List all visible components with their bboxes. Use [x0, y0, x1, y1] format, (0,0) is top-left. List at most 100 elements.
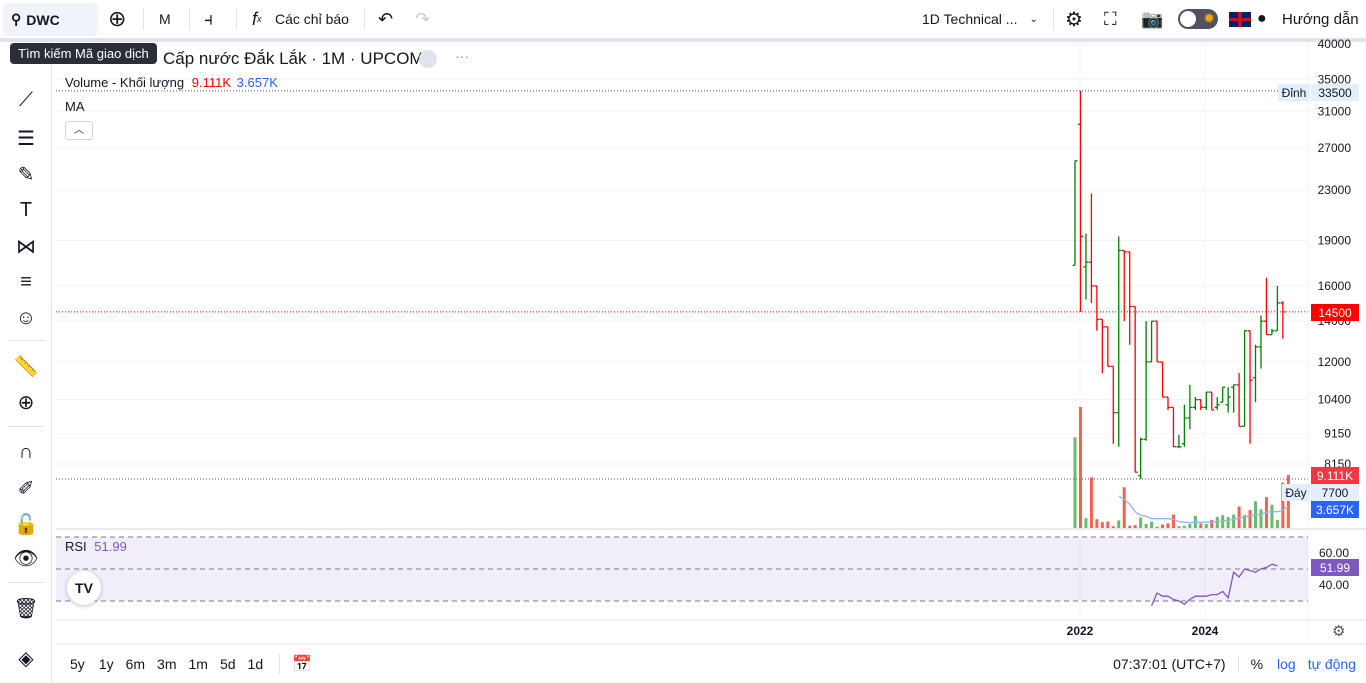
- layers-icon[interactable]: ◈: [12, 644, 40, 672]
- range-5d[interactable]: 5d: [220, 656, 236, 672]
- search-tooltip: Tìm kiếm Mã giao dịch: [10, 43, 157, 64]
- volume-bar: [1193, 515, 1197, 528]
- log-toggle[interactable]: log: [1277, 656, 1296, 672]
- magnet-icon[interactable]: ∩: [12, 438, 40, 466]
- ma-legend[interactable]: MA: [65, 99, 85, 114]
- volume-bar: [1264, 497, 1268, 528]
- lock-icon[interactable]: 🔓: [12, 510, 40, 538]
- ohlc-bar: [1072, 160, 1078, 266]
- range-3m[interactable]: 3m: [157, 656, 176, 672]
- rsi-legend[interactable]: RSI 51.99: [65, 539, 127, 554]
- symbol-search[interactable]: ⚲ DWC: [3, 3, 98, 36]
- indicators-icon[interactable]: fx: [252, 0, 262, 38]
- fullscreen-icon[interactable]: ⛶: [1104, 0, 1117, 38]
- time-tick-label: 2022: [1067, 624, 1094, 638]
- volume-legend[interactable]: Volume - Khối lượng 9.111K 3.657K: [65, 75, 278, 90]
- trend-line-icon[interactable]: ⟋: [12, 86, 40, 114]
- low-label: Đáy: [1282, 484, 1310, 501]
- user-icon[interactable]: ●: [1257, 0, 1267, 38]
- trash-icon[interactable]: 🗑: [12, 594, 40, 622]
- tradingview-logo[interactable]: TV: [67, 571, 101, 605]
- ruler-icon[interactable]: 📏: [12, 352, 40, 380]
- ohlc-bar: [1263, 277, 1269, 336]
- settings-gear-icon[interactable]: ⚙: [1065, 0, 1083, 38]
- volume-ma-tag: 3.657K: [1311, 501, 1359, 518]
- pattern-icon[interactable]: ⋈: [12, 232, 40, 260]
- symbol-text: DWC: [26, 11, 60, 28]
- ohlc-bar: [1121, 249, 1127, 322]
- volume-bar: [1221, 515, 1225, 528]
- language-flag-icon[interactable]: [1229, 0, 1251, 38]
- volume-bar: [1286, 475, 1290, 528]
- volume-bar: [1166, 523, 1170, 528]
- axis-settings-icon[interactable]: ⚙: [1332, 622, 1345, 640]
- brush-icon[interactable]: ✎: [12, 160, 40, 188]
- sun-icon: ✹: [1203, 10, 1215, 26]
- status-dot: [419, 50, 437, 68]
- horizontal-lines-icon[interactable]: ☰: [12, 124, 40, 152]
- zoom-in-icon[interactable]: ⊕: [12, 388, 40, 416]
- range-1y[interactable]: 1y: [99, 656, 114, 672]
- volume-bar: [1226, 516, 1230, 528]
- volume-bar: [1182, 525, 1186, 528]
- collapse-legend-button[interactable]: ︿: [65, 121, 93, 140]
- ohlc-bar: [1209, 391, 1215, 411]
- ohlc-bar: [1116, 236, 1122, 447]
- guide-link[interactable]: Hướng dẫn: [1282, 0, 1359, 38]
- bar-style-icon[interactable]: ⫞: [204, 0, 213, 38]
- volume-bar: [1133, 525, 1137, 528]
- ohlc-bar: [1138, 437, 1144, 479]
- volume-bar: [1177, 526, 1181, 528]
- ohlc-bar: [1083, 233, 1089, 300]
- low-value: 7700: [1311, 484, 1359, 501]
- price-tick-label: 9150: [1324, 426, 1351, 440]
- add-symbol-icon[interactable]: ⊕: [108, 0, 126, 38]
- lock-drawing-icon[interactable]: ✐: [12, 474, 40, 502]
- bottom-toolbar: 5y 1y 6m 3m 1m 5d 1d 📅 07:37:01 (UTC+7) …: [56, 645, 1366, 683]
- volume-bar: [1254, 501, 1258, 528]
- volume-bar: [1210, 519, 1214, 528]
- ohlc-bar: [1176, 434, 1182, 449]
- top-toolbar: ⚲ DWC ⊕ M ⫞ fx Các chỉ báo ↶ ↷ 1D Technic…: [0, 0, 1366, 38]
- ohlc-bar: [1231, 384, 1237, 413]
- range-1m[interactable]: 1m: [189, 656, 208, 672]
- redo-icon[interactable]: ↷: [415, 0, 430, 38]
- ohlc-bar: [1214, 397, 1220, 410]
- rsi-tick-label: 60.00: [1319, 546, 1349, 560]
- volume-bar: [1122, 487, 1126, 528]
- eye-icon[interactable]: 👁: [12, 544, 40, 572]
- ohlc-bar: [1099, 318, 1105, 374]
- range-6m[interactable]: 6m: [126, 656, 145, 672]
- ohlc-bar: [1094, 285, 1100, 331]
- text-icon[interactable]: T: [12, 196, 40, 224]
- interval-button[interactable]: M: [159, 0, 171, 38]
- price-chart[interactable]: 4000035000310002700023000190001600014000…: [0, 0, 1366, 683]
- auto-toggle[interactable]: tự động: [1308, 656, 1356, 672]
- undo-icon[interactable]: ↶: [378, 0, 393, 38]
- indicators-button[interactable]: Các chỉ báo: [275, 0, 349, 38]
- goto-date-icon[interactable]: 📅: [279, 654, 312, 674]
- ohlc-bar: [1160, 361, 1166, 398]
- range-1d[interactable]: 1d: [248, 656, 264, 672]
- percent-toggle[interactable]: %: [1237, 656, 1263, 672]
- search-icon: ⚲: [11, 11, 22, 27]
- volume-tag: 9.111K: [1311, 467, 1359, 484]
- volume-bar: [1150, 521, 1154, 528]
- camera-icon[interactable]: 📷: [1141, 0, 1163, 38]
- rsi-band: [56, 537, 1308, 601]
- clock-time[interactable]: 07:37:01 (UTC+7): [1113, 656, 1225, 672]
- emoji-icon[interactable]: ☺: [12, 304, 40, 332]
- price-tick-label: 12000: [1318, 355, 1352, 369]
- volume-bar: [1095, 519, 1099, 528]
- ohlc-bar: [1274, 285, 1280, 332]
- volume-bar: [1171, 514, 1175, 528]
- volume-bar: [1270, 504, 1274, 528]
- chevron-down-icon: ⌄: [1029, 13, 1038, 25]
- volume-bar: [1248, 509, 1252, 528]
- theme-toggle[interactable]: ✹: [1178, 0, 1218, 38]
- volume-bar: [1204, 523, 1208, 528]
- more-icon[interactable]: ···: [455, 48, 469, 64]
- layout-select[interactable]: 1D Technical ... ⌄: [922, 0, 1038, 38]
- forecast-icon[interactable]: ≡: [12, 268, 40, 296]
- range-5y[interactable]: 5y: [70, 656, 85, 672]
